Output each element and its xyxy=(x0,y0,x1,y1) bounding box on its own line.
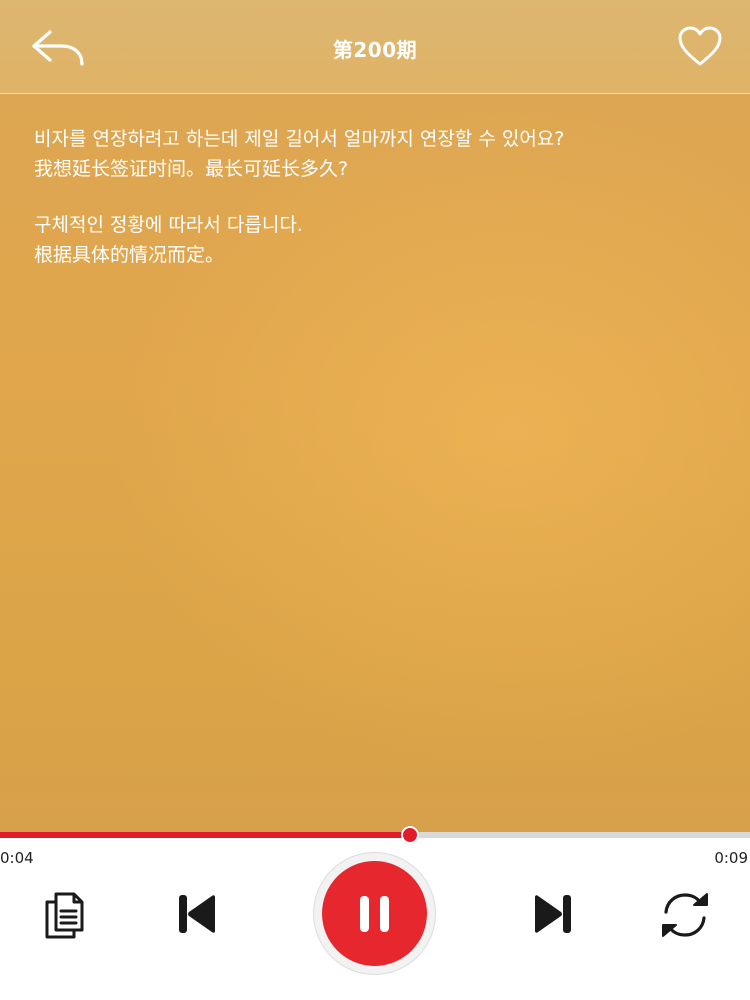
answer-chinese: 根据具体的情况而定。 xyxy=(34,244,225,266)
playlist-button[interactable] xyxy=(42,890,88,940)
page-title: 第200期 xyxy=(332,38,418,62)
lyrics-text: 비자를 연장하려고 하는데 제일 길어서 얼마까지 연장할 수 있어요? 我想延… xyxy=(34,124,724,270)
pause-icon xyxy=(322,861,427,966)
player-screen: 第200期 비자를 연장하려고 하는데 제일 길어서 얼마까지 연장할 수 있어… xyxy=(0,0,750,1000)
skip-next-icon xyxy=(535,895,571,933)
question-chinese: 我想延长签证时间。最长可延长多久? xyxy=(34,158,349,180)
top-bar: 第200期 xyxy=(0,0,750,94)
documents-icon xyxy=(45,892,84,939)
play-pause-button[interactable] xyxy=(314,853,435,974)
repeat-button[interactable] xyxy=(656,890,714,940)
next-button[interactable] xyxy=(531,893,573,935)
previous-button[interactable] xyxy=(177,893,219,935)
heart-outline-icon xyxy=(678,26,722,66)
question-korean: 비자를 연장하려고 하는데 제일 길어서 얼마까지 연장할 수 있어요? xyxy=(34,128,565,150)
progress-fill xyxy=(0,832,409,838)
current-time: 0:04 xyxy=(0,849,34,867)
progress-bar[interactable] xyxy=(0,826,750,844)
skip-previous-icon xyxy=(179,895,215,933)
favorite-button[interactable] xyxy=(676,24,724,68)
repeat-icon xyxy=(662,893,708,937)
answer-korean: 구체적인 정황에 따라서 다릅니다. xyxy=(34,214,303,236)
total-duration: 0:09 xyxy=(714,849,748,867)
progress-handle[interactable] xyxy=(400,826,419,844)
